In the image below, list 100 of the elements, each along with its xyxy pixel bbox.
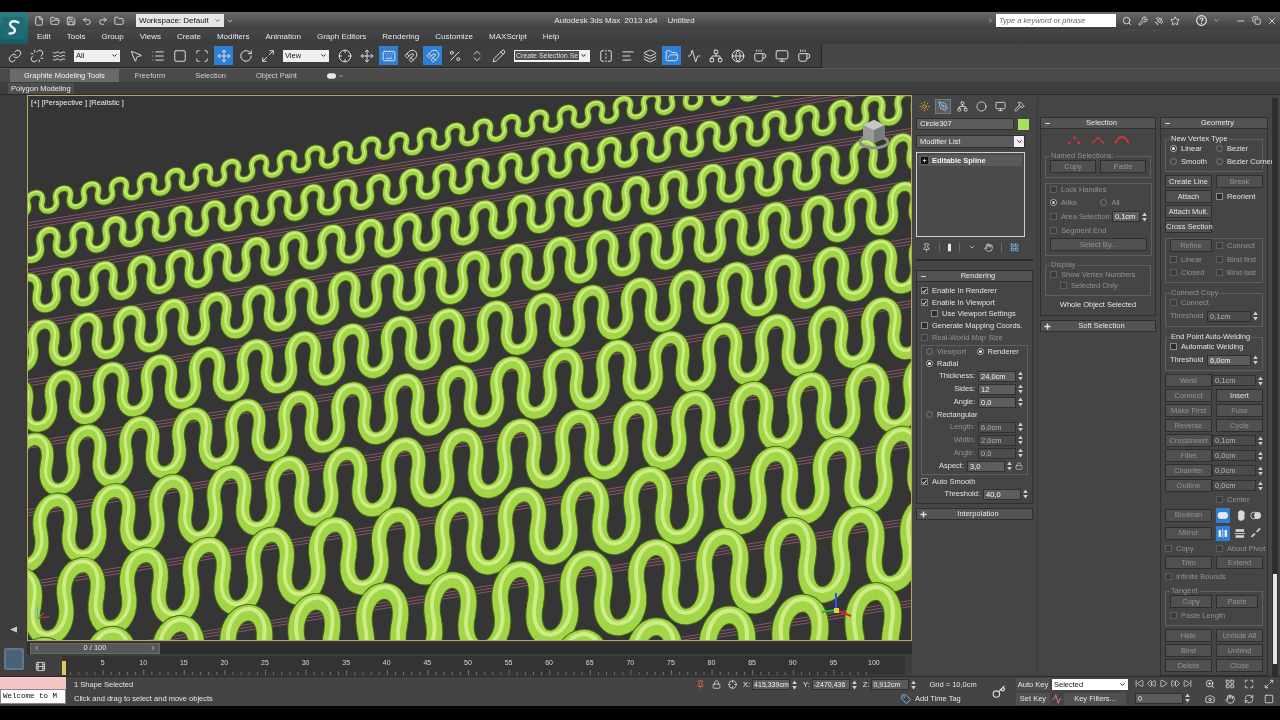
star-icon[interactable] (1170, 15, 1180, 26)
diagonal-arrows-icon[interactable] (1263, 679, 1274, 690)
spinner-arrows-icon[interactable] (1007, 461, 1012, 471)
lock-icon[interactable] (1015, 462, 1023, 470)
checkbox[interactable] (1170, 343, 1177, 350)
grid-icon[interactable] (1224, 679, 1235, 690)
pin-icon[interactable] (922, 242, 931, 252)
plus-box-icon[interactable] (921, 157, 928, 164)
go-to-end-icon[interactable] (1183, 679, 1192, 689)
spinner-arrows-icon[interactable] (851, 679, 857, 690)
spinner-arrows-icon[interactable] (1258, 450, 1263, 461)
key-icon[interactable] (991, 684, 1006, 699)
spinner-arrows-icon[interactable] (1141, 211, 1147, 222)
redo-icon[interactable] (98, 15, 108, 26)
menu-item[interactable]: Edit (37, 32, 51, 41)
arrow-icon[interactable] (9, 626, 18, 633)
overlapping-circles-icon[interactable] (1216, 507, 1230, 523)
spinner-arrows-icon[interactable] (1023, 489, 1028, 499)
spinner-arrows-icon[interactable] (1018, 435, 1023, 445)
mirror-bars-icon[interactable] (1216, 525, 1230, 541)
grid-icon[interactable] (1010, 242, 1019, 252)
spinner-arrows-icon[interactable] (1258, 435, 1263, 446)
color-swatch-icon[interactable] (1018, 118, 1029, 130)
search-icon[interactable] (1122, 15, 1132, 26)
scrollbar-thumb[interactable] (1273, 574, 1277, 664)
satellite-icon[interactable] (1154, 15, 1164, 26)
menu-item[interactable]: Customize (435, 32, 474, 41)
radio-button[interactable] (976, 348, 984, 355)
spinner-arrows-icon[interactable] (1253, 311, 1258, 321)
menu-item[interactable]: Create (176, 32, 201, 41)
project-folder-icon[interactable] (114, 15, 124, 26)
next-frame-icon[interactable] (149, 644, 157, 652)
radio-button[interactable] (1170, 145, 1177, 152)
menu-item[interactable]: Modifiers (216, 32, 250, 41)
frame-marker[interactable] (62, 661, 66, 675)
command-panel-tab[interactable] (935, 98, 951, 114)
checkbox[interactable] (921, 299, 928, 306)
radio-button[interactable] (926, 411, 933, 418)
fast-forward-icon[interactable] (1171, 679, 1180, 689)
pulse-line-icon[interactable] (1052, 693, 1062, 704)
radio-button[interactable] (1216, 158, 1223, 165)
menu-item[interactable]: Animation (265, 32, 301, 41)
spinner-arrows-icon[interactable] (1018, 422, 1023, 432)
menu-item[interactable]: MAXScript (489, 32, 527, 41)
radio-button[interactable] (1170, 158, 1177, 165)
menu-item[interactable]: Tools (66, 32, 86, 41)
undo-icon[interactable] (82, 15, 92, 26)
spinner-arrows-icon[interactable] (1258, 375, 1263, 386)
circular-arrows-icon[interactable] (1244, 693, 1255, 704)
command-panel-tab[interactable] (973, 98, 989, 114)
tag-icon[interactable] (901, 694, 911, 704)
checkbox[interactable] (921, 287, 928, 294)
lock-icon[interactable] (712, 680, 721, 689)
crosshair-icon[interactable] (728, 680, 737, 689)
new-file-icon[interactable] (34, 15, 44, 26)
scrollbar[interactable] (1272, 98, 1278, 676)
checkbox[interactable] (921, 478, 928, 485)
pill-icon[interactable] (326, 72, 336, 79)
toolbar-button[interactable] (5, 46, 24, 65)
checkbox[interactable] (921, 322, 928, 329)
corners-icon[interactable] (1244, 679, 1255, 690)
pin-icon[interactable] (696, 680, 705, 689)
caret-icon[interactable] (1213, 17, 1220, 24)
previous-frame-icon[interactable] (33, 644, 41, 652)
film-icon[interactable] (35, 661, 46, 672)
menu-item[interactable]: Graph Editors (316, 32, 367, 41)
spinner-arrows-icon[interactable] (1258, 480, 1263, 491)
vertex-dots-icon[interactable] (1065, 134, 1083, 146)
restore-icon[interactable] (1252, 16, 1261, 25)
zoom-icon[interactable] (1205, 679, 1216, 690)
checkbox[interactable] (1216, 193, 1223, 200)
command-panel-tab[interactable] (954, 98, 970, 114)
spinner-arrows-icon[interactable] (911, 679, 917, 690)
listener-input-field[interactable] (0, 677, 66, 689)
caret-icon[interactable] (968, 243, 976, 251)
square-tile-icon[interactable] (3, 647, 24, 670)
play-icon[interactable] (1159, 679, 1168, 689)
spinner-arrows-icon[interactable] (1258, 465, 1263, 476)
checkbox[interactable] (931, 310, 938, 317)
help-icon[interactable] (1196, 15, 1207, 26)
spinner-arrows-icon[interactable] (1185, 693, 1190, 704)
spinner-arrows-icon[interactable] (1018, 397, 1023, 407)
close-icon[interactable] (1267, 15, 1277, 26)
spinner-arrows-icon[interactable] (1253, 355, 1258, 365)
spinner-arrows-icon[interactable] (1018, 384, 1023, 394)
toolbar-button[interactable] (27, 46, 46, 65)
menu-item[interactable]: Help (542, 32, 560, 41)
bar-icon[interactable] (948, 242, 951, 252)
spinner-arrows-icon[interactable] (1018, 371, 1023, 381)
save-icon[interactable] (66, 15, 76, 26)
radio-button[interactable] (1216, 145, 1223, 152)
command-panel-tab[interactable] (916, 98, 932, 114)
cube-icon[interactable] (859, 118, 889, 152)
rewind-icon[interactable] (1147, 679, 1156, 689)
spinner-arrows-icon[interactable] (792, 679, 798, 690)
hand-icon[interactable] (1224, 693, 1235, 704)
hand-icon[interactable] (984, 242, 993, 252)
go-to-start-icon[interactable] (1135, 679, 1144, 689)
menu-item[interactable]: Group (101, 32, 124, 41)
menu-item[interactable]: Rendering (382, 32, 420, 41)
